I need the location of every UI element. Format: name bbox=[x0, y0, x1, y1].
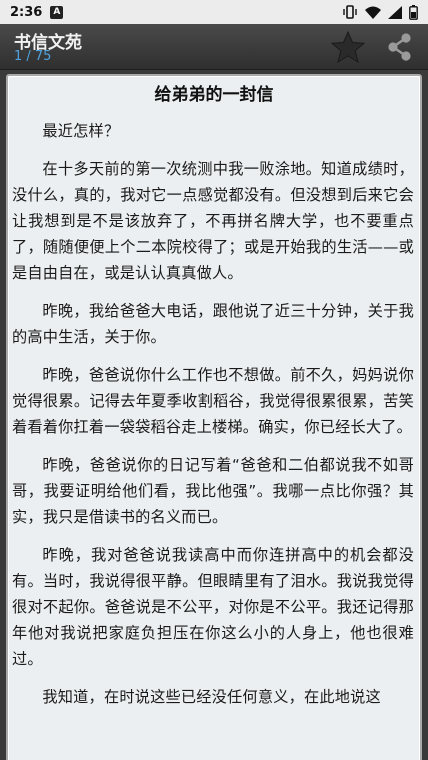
letter-paragraph: 昨晚，我给爸爸大电话，跟他说了近三十分钟，关于我的高中生活，关于你。 bbox=[12, 302, 414, 346]
battery-icon bbox=[409, 4, 418, 20]
letter-paragraph: 昨晚，我对爸爸说我读高中而你连拼高中的机会都没有。当时，我说得很平静。但眼睛里有… bbox=[12, 546, 414, 668]
letter-paragraph: 昨晚，爸爸说你的日记写着“爸爸和二伯都说我不如哥哥，我要证明给他们看，我比他强”… bbox=[12, 456, 414, 526]
letter-paragraph: 在十多天前的第一次统测中我一败涂地。知道成绩时，没什么，真的，我对它一点感觉都没… bbox=[12, 160, 414, 282]
status-bar: 2:36 A bbox=[0, 0, 428, 24]
letter-paragraph: 最近怎样？ bbox=[42, 122, 120, 140]
favorite-star-icon[interactable] bbox=[330, 30, 366, 64]
share-icon[interactable] bbox=[386, 32, 414, 62]
letter-paragraph: 我知道，在时说这些已经没任何意义，在此地说这 bbox=[42, 688, 381, 706]
letter-paragraph: 昨晚，爸爸说你什么工作也不想做。前不久，妈妈说你觉得很累。记得去年夏季收割稻谷，… bbox=[12, 366, 414, 436]
notification-icon: A bbox=[50, 5, 64, 19]
letter-page[interactable]: 给弟弟的一封信 最近怎样？ 在十多天前的第一次统测中我一败涂地。知道成绩时，没什… bbox=[6, 74, 422, 760]
signal-icon bbox=[388, 5, 402, 19]
page-indicator: 1 / 75 bbox=[14, 49, 52, 64]
letter-title: 给弟弟的一封信 bbox=[154, 85, 274, 105]
status-icons bbox=[342, 4, 418, 20]
clock: 2:36 bbox=[10, 4, 43, 20]
wifi-icon bbox=[365, 6, 381, 19]
app-bar: 书信文苑 1 / 75 bbox=[0, 24, 428, 70]
vibrate-icon bbox=[343, 5, 357, 19]
letter-body: 最近怎样？ 在十多天前的第一次统测中我一败涂地。知道成绩时，没什么，真的，我对它… bbox=[8, 118, 420, 710]
